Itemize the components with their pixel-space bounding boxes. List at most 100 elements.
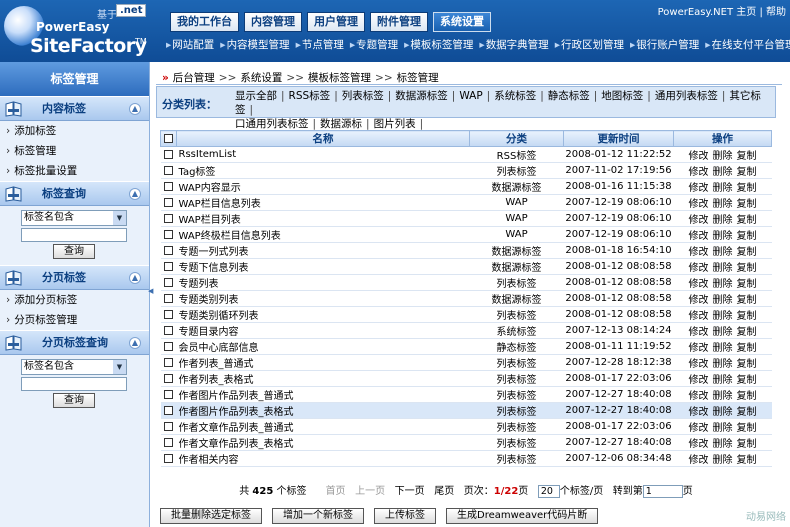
sidebar-section-header-0[interactable]: 内容标签 ▲ bbox=[0, 96, 149, 121]
table-row[interactable]: 作者图片作品列表_普通式 列表标签 2007-12-27 18:40:08 修改 删除复… bbox=[160, 386, 772, 403]
copy-link[interactable]: 复制 bbox=[737, 231, 757, 242]
row-checkbox[interactable] bbox=[164, 149, 173, 159]
col-time-header[interactable]: 更新时间 bbox=[563, 130, 674, 147]
tag-name[interactable]: WAP栏目列表 bbox=[176, 210, 470, 227]
delete-link[interactable]: 删除 bbox=[713, 407, 733, 418]
tag-name[interactable]: Tag标签 bbox=[176, 162, 470, 179]
row-checkbox[interactable] bbox=[164, 325, 173, 335]
edit-link[interactable]: 修改 bbox=[689, 215, 709, 226]
delete-link[interactable]: 删除 bbox=[713, 375, 733, 386]
tag-name[interactable]: RssItemList bbox=[176, 146, 470, 163]
table-row[interactable]: Tag标签 列表标签 2007-11-02 17:19:56 修改 删除 复制 bbox=[160, 162, 772, 179]
copy-link[interactable]: 复制 bbox=[737, 295, 757, 306]
sidebar-section-header-1[interactable]: 标签查询 ▲ bbox=[0, 181, 149, 206]
table-row[interactable]: 专题列表 列表标签 2008-01-12 08:08:58 修改 删除 复制 bbox=[160, 274, 772, 291]
table-row[interactable]: 作者文章作品列表_普通式 列表标签 2008-01-17 22:03:06 修改 删除复… bbox=[160, 418, 772, 435]
delete-link[interactable]: 删除 bbox=[713, 167, 733, 178]
table-row[interactable]: 会员中心底部信息 静态标签 2008-01-11 11:19:52 修改 删除 复制 bbox=[160, 338, 772, 355]
edit-link[interactable]: 修改 bbox=[689, 407, 709, 418]
delete-link[interactable]: 删除 bbox=[713, 247, 733, 258]
category-link[interactable]: WAP bbox=[459, 90, 482, 102]
category-link[interactable]: 地图标签 bbox=[601, 90, 643, 102]
table-row[interactable]: WAP栏目列表 WAP 2007-12-19 08:06:10 修改 删除 复制 bbox=[160, 210, 772, 227]
tag-name[interactable]: WAP栏目信息列表 bbox=[176, 194, 470, 211]
edit-link[interactable]: 修改 bbox=[689, 151, 709, 162]
tag-name[interactable]: WAP终极栏目信息列表 bbox=[176, 226, 470, 243]
tag-name[interactable]: 作者文章作品列表_表格式 bbox=[176, 434, 470, 451]
tag-name[interactable]: 专题目录内容 bbox=[176, 322, 470, 339]
top-nav-button-0[interactable]: 我的工作台 bbox=[170, 12, 239, 32]
table-row[interactable]: 作者列表_普通式 列表标签 2007-12-28 18:12:38 修改 删除 复制 bbox=[160, 354, 772, 371]
delete-link[interactable]: 删除 bbox=[713, 215, 733, 226]
collapse-icon[interactable]: ▲ bbox=[129, 272, 141, 284]
table-row[interactable]: 专题一列式列表 数据源标签 2008-01-18 16:54:10 修改 删除 复制 bbox=[160, 242, 772, 259]
per-page-input[interactable]: 20 bbox=[537, 484, 560, 498]
tag-name[interactable]: WAP内容显示 bbox=[176, 178, 470, 195]
sub-nav-item-5[interactable]: 数据字典管理 bbox=[479, 37, 549, 52]
row-checkbox[interactable] bbox=[164, 405, 173, 415]
delete-link[interactable]: 删除 bbox=[713, 151, 733, 162]
delete-link[interactable]: 删除 bbox=[713, 455, 733, 466]
edit-link[interactable]: 修改 bbox=[689, 423, 709, 434]
copy-link[interactable]: 复制 bbox=[737, 199, 757, 210]
tag-name[interactable]: 专题列表 bbox=[176, 274, 470, 291]
category-link[interactable]: 数据源标 bbox=[320, 118, 362, 130]
search-input[interactable] bbox=[21, 377, 127, 391]
search-button[interactable]: 查询 bbox=[53, 244, 95, 259]
edit-link[interactable]: 修改 bbox=[689, 327, 709, 338]
category-link[interactable]: 口通用列表标签 bbox=[235, 118, 309, 130]
sub-nav-item-8[interactable]: 在线支付平台管理 bbox=[705, 37, 790, 52]
table-row[interactable]: WAP栏目信息列表 WAP 2007-12-19 08:06:10 修改 删除 复制 bbox=[160, 194, 772, 211]
delete-link[interactable]: 删除 bbox=[713, 183, 733, 194]
tag-name[interactable]: 专题一列式列表 bbox=[176, 242, 470, 259]
sub-nav-item-0[interactable]: 网站配置 bbox=[166, 37, 214, 52]
breadcrumb-item[interactable]: 模板标签管理 bbox=[308, 72, 371, 84]
sidebar-collapse-handle-icon[interactable]: ◀ bbox=[148, 287, 154, 295]
batch-delete-button[interactable]: 批量删除选定标签 bbox=[160, 508, 262, 524]
table-row[interactable]: 专题类别循环列表 列表标签 2008-01-12 08:08:58 修改 删除 复制 bbox=[160, 306, 772, 323]
table-row[interactable]: 作者图片作品列表_表格式 列表标签 2007-12-27 18:40:08 修改 删除复… bbox=[160, 402, 772, 419]
help-link[interactable]: 帮助 bbox=[766, 7, 786, 18]
sidebar-link[interactable]: 添加标签 bbox=[0, 121, 149, 141]
sub-nav-item-1[interactable]: 内容模型管理 bbox=[220, 37, 290, 52]
collapse-icon[interactable]: ▲ bbox=[129, 103, 141, 115]
row-checkbox[interactable] bbox=[164, 165, 173, 175]
sub-nav-item-4[interactable]: 模板标签管理 bbox=[404, 37, 473, 52]
delete-link[interactable]: 删除 bbox=[713, 199, 733, 210]
category-link[interactable]: 通用列表标签 bbox=[655, 90, 718, 102]
copy-link[interactable]: 复制 bbox=[737, 391, 757, 402]
delete-link[interactable]: 删除 bbox=[713, 391, 733, 402]
category-link[interactable]: 静态标签 bbox=[548, 90, 590, 102]
generate-dreamweaver-snippet-button[interactable]: 生成Dreamweaver代码片断 bbox=[446, 508, 599, 524]
edit-link[interactable]: 修改 bbox=[689, 455, 709, 466]
home-link[interactable]: PowerEasy.NET 主页 bbox=[658, 7, 757, 18]
sub-nav-item-6[interactable]: 行政区划管理 bbox=[555, 37, 624, 52]
top-nav-button-2[interactable]: 用户管理 bbox=[307, 12, 365, 32]
chevron-down-icon[interactable]: ▼ bbox=[113, 211, 126, 225]
tag-name[interactable]: 会员中心底部信息 bbox=[176, 338, 470, 355]
tag-name[interactable]: 作者图片作品列表_表格式 bbox=[176, 402, 470, 419]
row-checkbox[interactable] bbox=[164, 293, 173, 303]
tag-name[interactable]: 作者图片作品列表_普通式 bbox=[176, 386, 470, 403]
sidebar-section-header-2[interactable]: 分页标签 ▲ bbox=[0, 265, 149, 290]
copy-link[interactable]: 复制 bbox=[737, 455, 757, 466]
sidebar-link[interactable]: 标签管理 bbox=[0, 141, 149, 161]
delete-link[interactable]: 删除 bbox=[713, 231, 733, 242]
category-link[interactable]: 显示全部 bbox=[235, 90, 277, 102]
category-link[interactable]: RSS标签 bbox=[289, 90, 331, 102]
delete-link[interactable]: 删除 bbox=[713, 343, 733, 354]
row-checkbox[interactable] bbox=[164, 181, 173, 191]
row-checkbox[interactable] bbox=[164, 437, 173, 447]
row-checkbox[interactable] bbox=[164, 389, 173, 399]
logo[interactable]: 基于 .net PowerEasy SiteFactory TM bbox=[0, 0, 165, 62]
pager-last[interactable]: 尾页 bbox=[434, 486, 454, 497]
copy-link[interactable]: 复制 bbox=[737, 439, 757, 450]
row-checkbox[interactable] bbox=[164, 197, 173, 207]
copy-link[interactable]: 复制 bbox=[737, 375, 757, 386]
copy-link[interactable]: 复制 bbox=[737, 215, 757, 226]
breadcrumb-item[interactable]: 系统设置 bbox=[240, 72, 282, 84]
pager-next[interactable]: 下一页 bbox=[395, 486, 425, 497]
delete-link[interactable]: 删除 bbox=[713, 279, 733, 290]
sub-nav-item-2[interactable]: 节点管理 bbox=[296, 37, 344, 52]
row-checkbox[interactable] bbox=[164, 453, 173, 463]
